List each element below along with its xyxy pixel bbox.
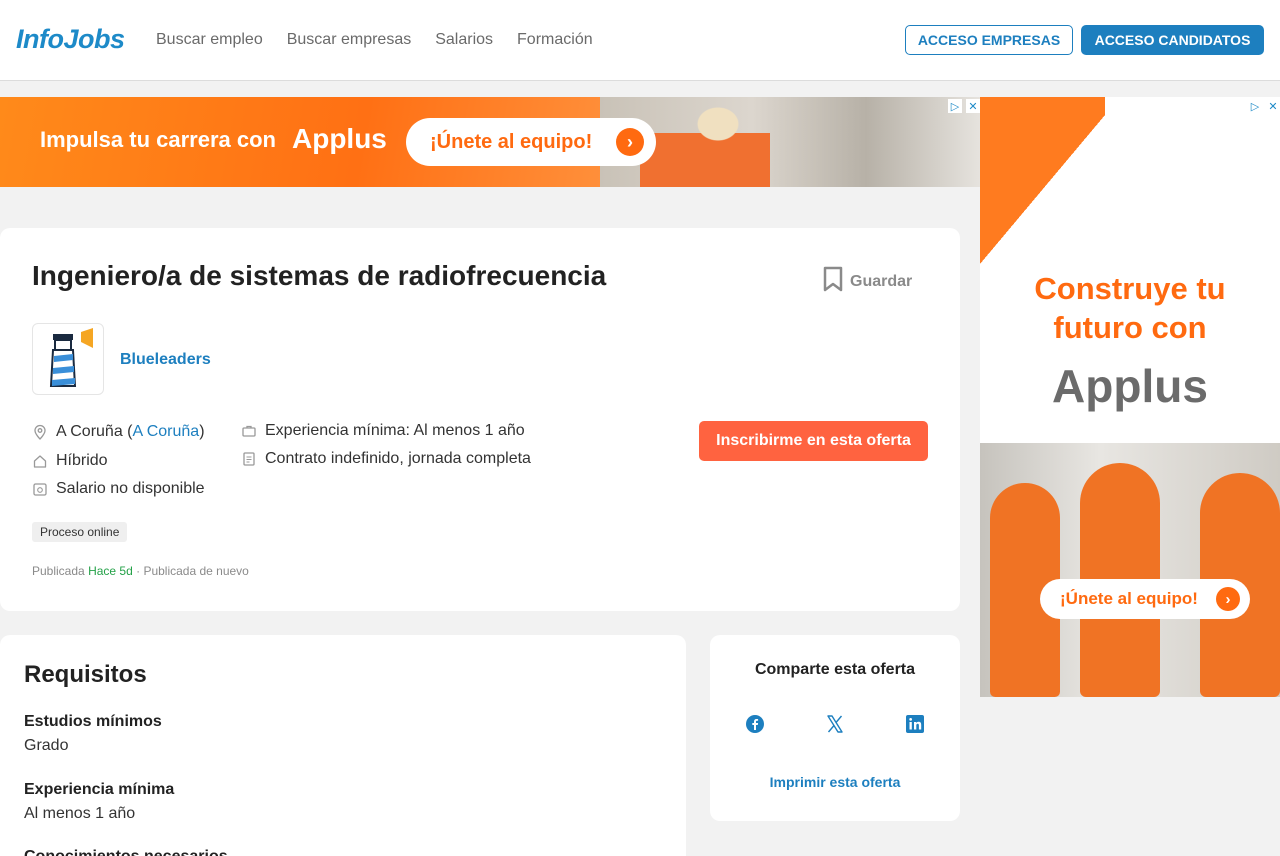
side-ad-headline-line-2: futuro con	[1053, 310, 1207, 345]
company-name-link[interactable]: Blueleaders	[120, 351, 211, 369]
facebook-icon[interactable]	[744, 713, 766, 735]
req-label-experiencia: Experiencia mínima	[24, 781, 175, 798]
requirements-card: Requisitos Estudios mínimos Grado Experi…	[0, 635, 686, 856]
main-nav: Buscar empleo Buscar empresas Salarios F…	[156, 31, 593, 49]
nav-buscar-empleo[interactable]: Buscar empleo	[156, 31, 263, 49]
location-pin-icon	[32, 424, 48, 440]
close-icon[interactable]: ✕	[1266, 99, 1280, 113]
online-process-tag: Proceso online	[32, 522, 128, 542]
chevron-right-icon: ›	[1216, 587, 1240, 611]
ad-tagline: Impulsa tu carrera con	[40, 127, 276, 152]
share-title: Comparte esta oferta	[754, 661, 916, 678]
nav-buscar-empresas[interactable]: Buscar empresas	[287, 31, 412, 49]
x-twitter-icon[interactable]	[824, 713, 846, 735]
bookmark-icon	[822, 266, 844, 297]
location-city: A Coruña (	[56, 423, 133, 440]
side-ad-badges: ▷ ✕	[1248, 99, 1280, 113]
requirements-title: Requisitos	[24, 661, 147, 688]
side-ad-headline: Construye tu futuro con	[980, 269, 1280, 347]
acceso-empresas-button[interactable]: ACCESO EMPRESAS	[905, 25, 1073, 55]
req-value-experiencia: Al menos 1 año	[24, 805, 136, 822]
salary-text: Salario no disponible	[56, 480, 205, 497]
work-mode-info: Híbrido	[32, 452, 108, 470]
experience-info: Experiencia mínima: Al menos 1 año	[241, 422, 525, 440]
linkedin-icon[interactable]	[904, 713, 926, 735]
close-icon[interactable]: ✕	[966, 99, 980, 113]
ad-worker-figure	[640, 97, 770, 187]
apply-button[interactable]: Inscribirme en esta oferta	[699, 421, 928, 461]
adchoices-icon[interactable]: ▷	[1248, 99, 1262, 113]
nav-formacion[interactable]: Formación	[517, 31, 593, 49]
salary-info: Salario no disponible	[32, 480, 205, 498]
job-offer-card: Ingeniero/a de sistemas de radiofrecuenc…	[0, 228, 960, 611]
nav-salarios[interactable]: Salarios	[435, 31, 493, 49]
chevron-right-icon: ›	[616, 128, 644, 156]
side-ad-cta-button[interactable]: ¡Únete al equipo! ›	[1040, 579, 1250, 619]
side-ad-photo	[980, 443, 1280, 697]
side-ad-banner[interactable]: Construye tu futuro con Applus ¡Únete al…	[980, 97, 1280, 697]
briefcase-icon	[241, 423, 257, 439]
lighthouse-icon	[49, 328, 93, 387]
side-ad-headline-line-1: Construye tu	[1034, 271, 1226, 306]
location-text: A Coruña (A Coruña)	[56, 423, 205, 441]
req-label-estudios: Estudios mínimos	[24, 713, 162, 730]
ad-cta-label: ¡Únete al equipo!	[430, 130, 593, 153]
print-offer-link[interactable]: Imprimir esta oferta	[710, 774, 960, 790]
save-label: Guardar	[850, 272, 913, 290]
location-info: A Coruña (A Coruña)	[32, 423, 205, 441]
location-close: )	[199, 423, 205, 440]
share-card: Comparte esta oferta Imprimir esta ofert…	[710, 635, 960, 821]
company-logo[interactable]	[32, 323, 104, 395]
job-title: Ingeniero/a de sistemas de radiofrecuenc…	[32, 260, 607, 291]
side-ad-brand-logo: Applus	[1052, 360, 1208, 412]
top-ad-banner[interactable]: Impulsa tu carrera con Applus ¡Únete al …	[0, 97, 980, 187]
ad-corner-shape	[980, 97, 1105, 282]
ad-brand-logo: Applus	[292, 123, 387, 154]
save-button[interactable]: Guardar	[822, 266, 912, 297]
contract-info: Contrato indefinido, jornada completa	[241, 450, 531, 468]
work-mode-text: Híbrido	[56, 452, 108, 469]
published-suffix: · Publicada de nuevo	[136, 564, 249, 578]
ad-cta-button[interactable]: ¡Únete al equipo! ›	[406, 118, 656, 166]
document-icon	[241, 451, 257, 467]
published-ago: Hace 5d	[88, 564, 133, 578]
published-info: Publicada Hace 5d · Publicada de nuevo	[32, 564, 249, 578]
ad-badges: ▷ ✕	[948, 99, 980, 113]
acceso-candidatos-button[interactable]: ACCESO CANDIDATOS	[1081, 25, 1264, 55]
adchoices-icon[interactable]: ▷	[948, 99, 962, 113]
published-prefix: Publicada	[32, 564, 85, 578]
side-ad-cta-label: ¡Únete al equipo!	[1060, 589, 1198, 608]
req-value-estudios: Grado	[24, 737, 69, 754]
infojobs-logo[interactable]: InfoJobs	[16, 24, 125, 55]
province-link[interactable]: A Coruña	[132, 423, 199, 440]
home-icon	[32, 453, 48, 469]
site-header: InfoJobs Buscar empleo Buscar empresas S…	[0, 0, 1280, 81]
experience-text: Experiencia mínima: Al menos 1 año	[265, 422, 525, 439]
contract-text: Contrato indefinido, jornada completa	[265, 450, 531, 467]
req-label-conocimientos: Conocimientos necesarios	[24, 848, 228, 856]
money-icon	[32, 481, 48, 497]
